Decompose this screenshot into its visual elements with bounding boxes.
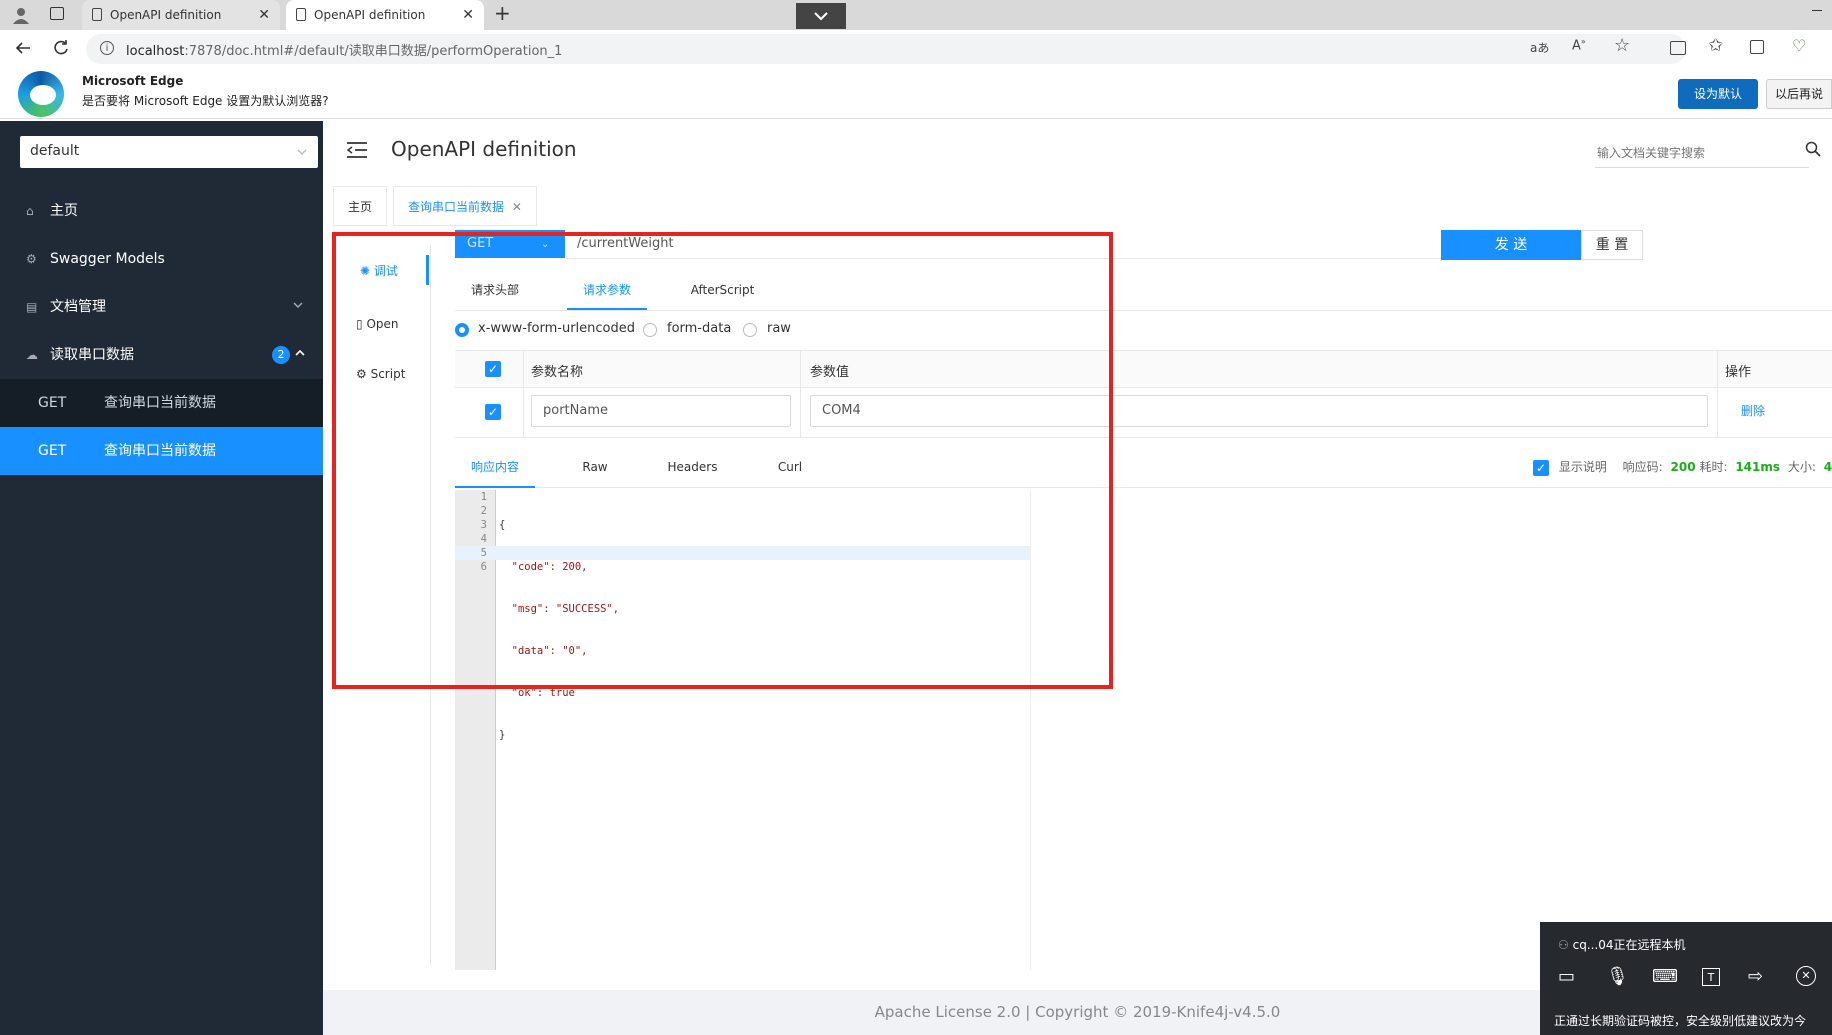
page-tab-bar: 主页 查询串口当前数据 ✕ xyxy=(323,181,1832,229)
sidebar-item-label: 主页 xyxy=(50,203,78,219)
http-method: GET xyxy=(38,443,67,459)
info-icon[interactable]: i xyxy=(100,41,114,55)
models-icon: ⚙ xyxy=(26,252,37,266)
favorites-icon[interactable]: ✩ xyxy=(1708,35,1723,56)
close-circle-icon[interactable]: ✕ xyxy=(1796,966,1816,986)
time-value: 141ms xyxy=(1735,460,1781,474)
menu-fold-icon[interactable] xyxy=(346,141,367,163)
sidebar-item-docs[interactable]: ▤ 文档管理 xyxy=(0,283,323,331)
sidebar-sub-item-label: 查询串口当前数据 xyxy=(104,395,216,411)
size-value: 4 xyxy=(1823,460,1832,474)
sidebar-sub-item-active[interactable]: GET 查询串口当前数据 xyxy=(0,427,323,475)
status-code: 200 xyxy=(1670,460,1696,474)
refresh-icon[interactable] xyxy=(52,39,70,61)
chevron-down-icon xyxy=(813,6,829,25)
search-icon[interactable] xyxy=(1805,141,1821,161)
edge-logo-icon xyxy=(18,71,64,117)
reset-button[interactable]: 重 置 xyxy=(1581,230,1643,260)
browser-tab-title: OpenAPI definition xyxy=(110,8,222,22)
browser-tab-active[interactable]: OpenAPI definition ✕ xyxy=(286,0,484,30)
browser-tab-title: OpenAPI definition xyxy=(314,8,426,22)
collections-icon[interactable] xyxy=(1750,40,1764,54)
tab-overflow-button[interactable] xyxy=(796,3,846,29)
group-select[interactable]: default xyxy=(20,136,318,168)
home-icon: ⌂ xyxy=(26,204,34,218)
tab-actions-icon[interactable] xyxy=(50,7,64,20)
tab-label: 查询串口当前数据 xyxy=(408,200,505,214)
column-header-action: 操作 xyxy=(1725,365,1752,380)
page-icon xyxy=(92,8,102,21)
tab-home[interactable]: 主页 xyxy=(333,186,388,226)
browser-tab-strip: OpenAPI definition ✕ OpenAPI definition … xyxy=(0,0,1832,30)
keyboard-icon[interactable]: ⌨ xyxy=(1652,966,1678,987)
remote-warning: 正通过长期验证码被控，安全级别低建议改为今 xyxy=(1554,1014,1807,1028)
count-badge: 2 xyxy=(272,346,290,364)
send-button[interactable]: 发 送 xyxy=(1441,230,1581,260)
set-default-button[interactable]: 设为默认 xyxy=(1678,79,1758,109)
group-select-value: default xyxy=(30,143,80,159)
url-host: localhost xyxy=(126,44,185,59)
response-meta: ✓ 显示说明 响应码: 200 耗时: 141ms 大小: 4 xyxy=(1533,458,1832,476)
split-screen-icon[interactable] xyxy=(1670,41,1686,55)
url-path: :7878/doc.html#/default/读取串口数据/performOp… xyxy=(184,44,563,59)
remote-status: ⚇ cq...04正在远程本机 xyxy=(1558,936,1686,953)
minimize-button[interactable] xyxy=(1812,10,1822,11)
infobar-message: 是否要将 Microsoft Edge 设置为默认浏览器? xyxy=(82,94,329,108)
profile-icon[interactable] xyxy=(12,6,30,24)
address-bar-row: i localhost:7878/doc.html#/default/读取串口数… xyxy=(0,30,1832,69)
footer-text: Apache License 2.0 | Copyright © 2019-Kn… xyxy=(874,1003,1281,1021)
column-divider xyxy=(1717,351,1718,437)
sidebar-item-home[interactable]: ⌂ 主页 xyxy=(0,187,323,235)
cloud-icon: ☁ xyxy=(26,348,38,362)
highlight-annotation-box xyxy=(332,232,1113,689)
close-icon[interactable]: ✕ xyxy=(462,0,474,30)
close-icon[interactable]: ✕ xyxy=(258,0,270,30)
chevron-down-icon xyxy=(296,143,308,162)
delete-param-link[interactable]: 删除 xyxy=(1741,402,1765,419)
new-tab-button[interactable]: + xyxy=(494,1,511,25)
default-browser-infobar: Microsoft Edge 是否要将 Microsoft Edge 设置为默认… xyxy=(0,68,1832,119)
sidebar-item-label: 文档管理 xyxy=(50,299,106,315)
close-icon[interactable]: ✕ xyxy=(512,200,522,214)
read-aloud-lang-icon[interactable]: aあ xyxy=(1530,39,1549,56)
text-icon[interactable]: T xyxy=(1702,968,1720,986)
show-desc-label: 显示说明 xyxy=(1558,460,1607,474)
later-button[interactable]: 以后再说 xyxy=(1766,79,1832,109)
browser-essentials-icon[interactable]: ♡ xyxy=(1792,36,1806,55)
doc-search-input[interactable] xyxy=(1595,139,1809,168)
user-icon: ⚇ xyxy=(1558,938,1569,952)
file-transfer-icon[interactable]: ⇨ xyxy=(1748,966,1763,987)
chevron-down-icon xyxy=(292,283,304,331)
docs-icon: ▤ xyxy=(26,300,38,314)
microphone-icon[interactable]: 🎙 xyxy=(1606,966,1629,987)
browser-tab[interactable]: OpenAPI definition ✕ xyxy=(82,0,280,30)
sidebar-sub-item[interactable]: GET 查询串口当前数据 xyxy=(0,379,323,427)
size-label: 大小: xyxy=(1787,460,1816,474)
sidebar: default ⌂ 主页 ⚙ Swagger Models ▤ 文档管理 ☁ 读… xyxy=(0,121,323,1035)
infobar-title: Microsoft Edge xyxy=(82,74,184,88)
chat-icon[interactable]: ▭ xyxy=(1558,966,1575,987)
favorite-star-icon[interactable]: ☆ xyxy=(1614,35,1630,56)
status-label: 响应码: xyxy=(1622,460,1663,474)
sidebar-item-label: Swagger Models xyxy=(50,251,165,267)
sidebar-item-label: 读取串口数据 xyxy=(50,347,134,363)
remote-control-panel: ⚇ cq...04正在远程本机 ▭ 🎙 ⌨ T ⇨ ✕ 正通过长期验证码被控，安… xyxy=(1540,922,1832,1035)
sidebar-item-swagger-models[interactable]: ⚙ Swagger Models xyxy=(0,235,323,283)
tab-current-api[interactable]: 查询串口当前数据 ✕ xyxy=(393,186,537,226)
http-method: GET xyxy=(38,395,67,411)
page-title: OpenAPI definition xyxy=(391,137,577,161)
back-arrow-icon[interactable] xyxy=(14,39,32,61)
time-label: 耗时: xyxy=(1699,460,1728,474)
url-text: localhost:7878/doc.html#/default/读取串口数据/… xyxy=(126,40,562,59)
sidebar-item-serial-data[interactable]: ☁ 读取串口数据 2 xyxy=(0,331,323,379)
show-desc-checkbox[interactable]: ✓ xyxy=(1533,459,1549,476)
address-field[interactable]: i localhost:7878/doc.html#/default/读取串口数… xyxy=(86,34,1686,64)
chevron-up-icon xyxy=(294,331,306,379)
page-icon xyxy=(296,8,306,21)
app-header: OpenAPI definition xyxy=(323,121,1832,182)
sidebar-sub-item-label: 查询串口当前数据 xyxy=(104,443,216,459)
code-line: } xyxy=(499,729,506,741)
read-aloud-icon[interactable]: A» xyxy=(1572,37,1586,53)
remote-status-text: cq...04正在远程本机 xyxy=(1572,938,1686,952)
